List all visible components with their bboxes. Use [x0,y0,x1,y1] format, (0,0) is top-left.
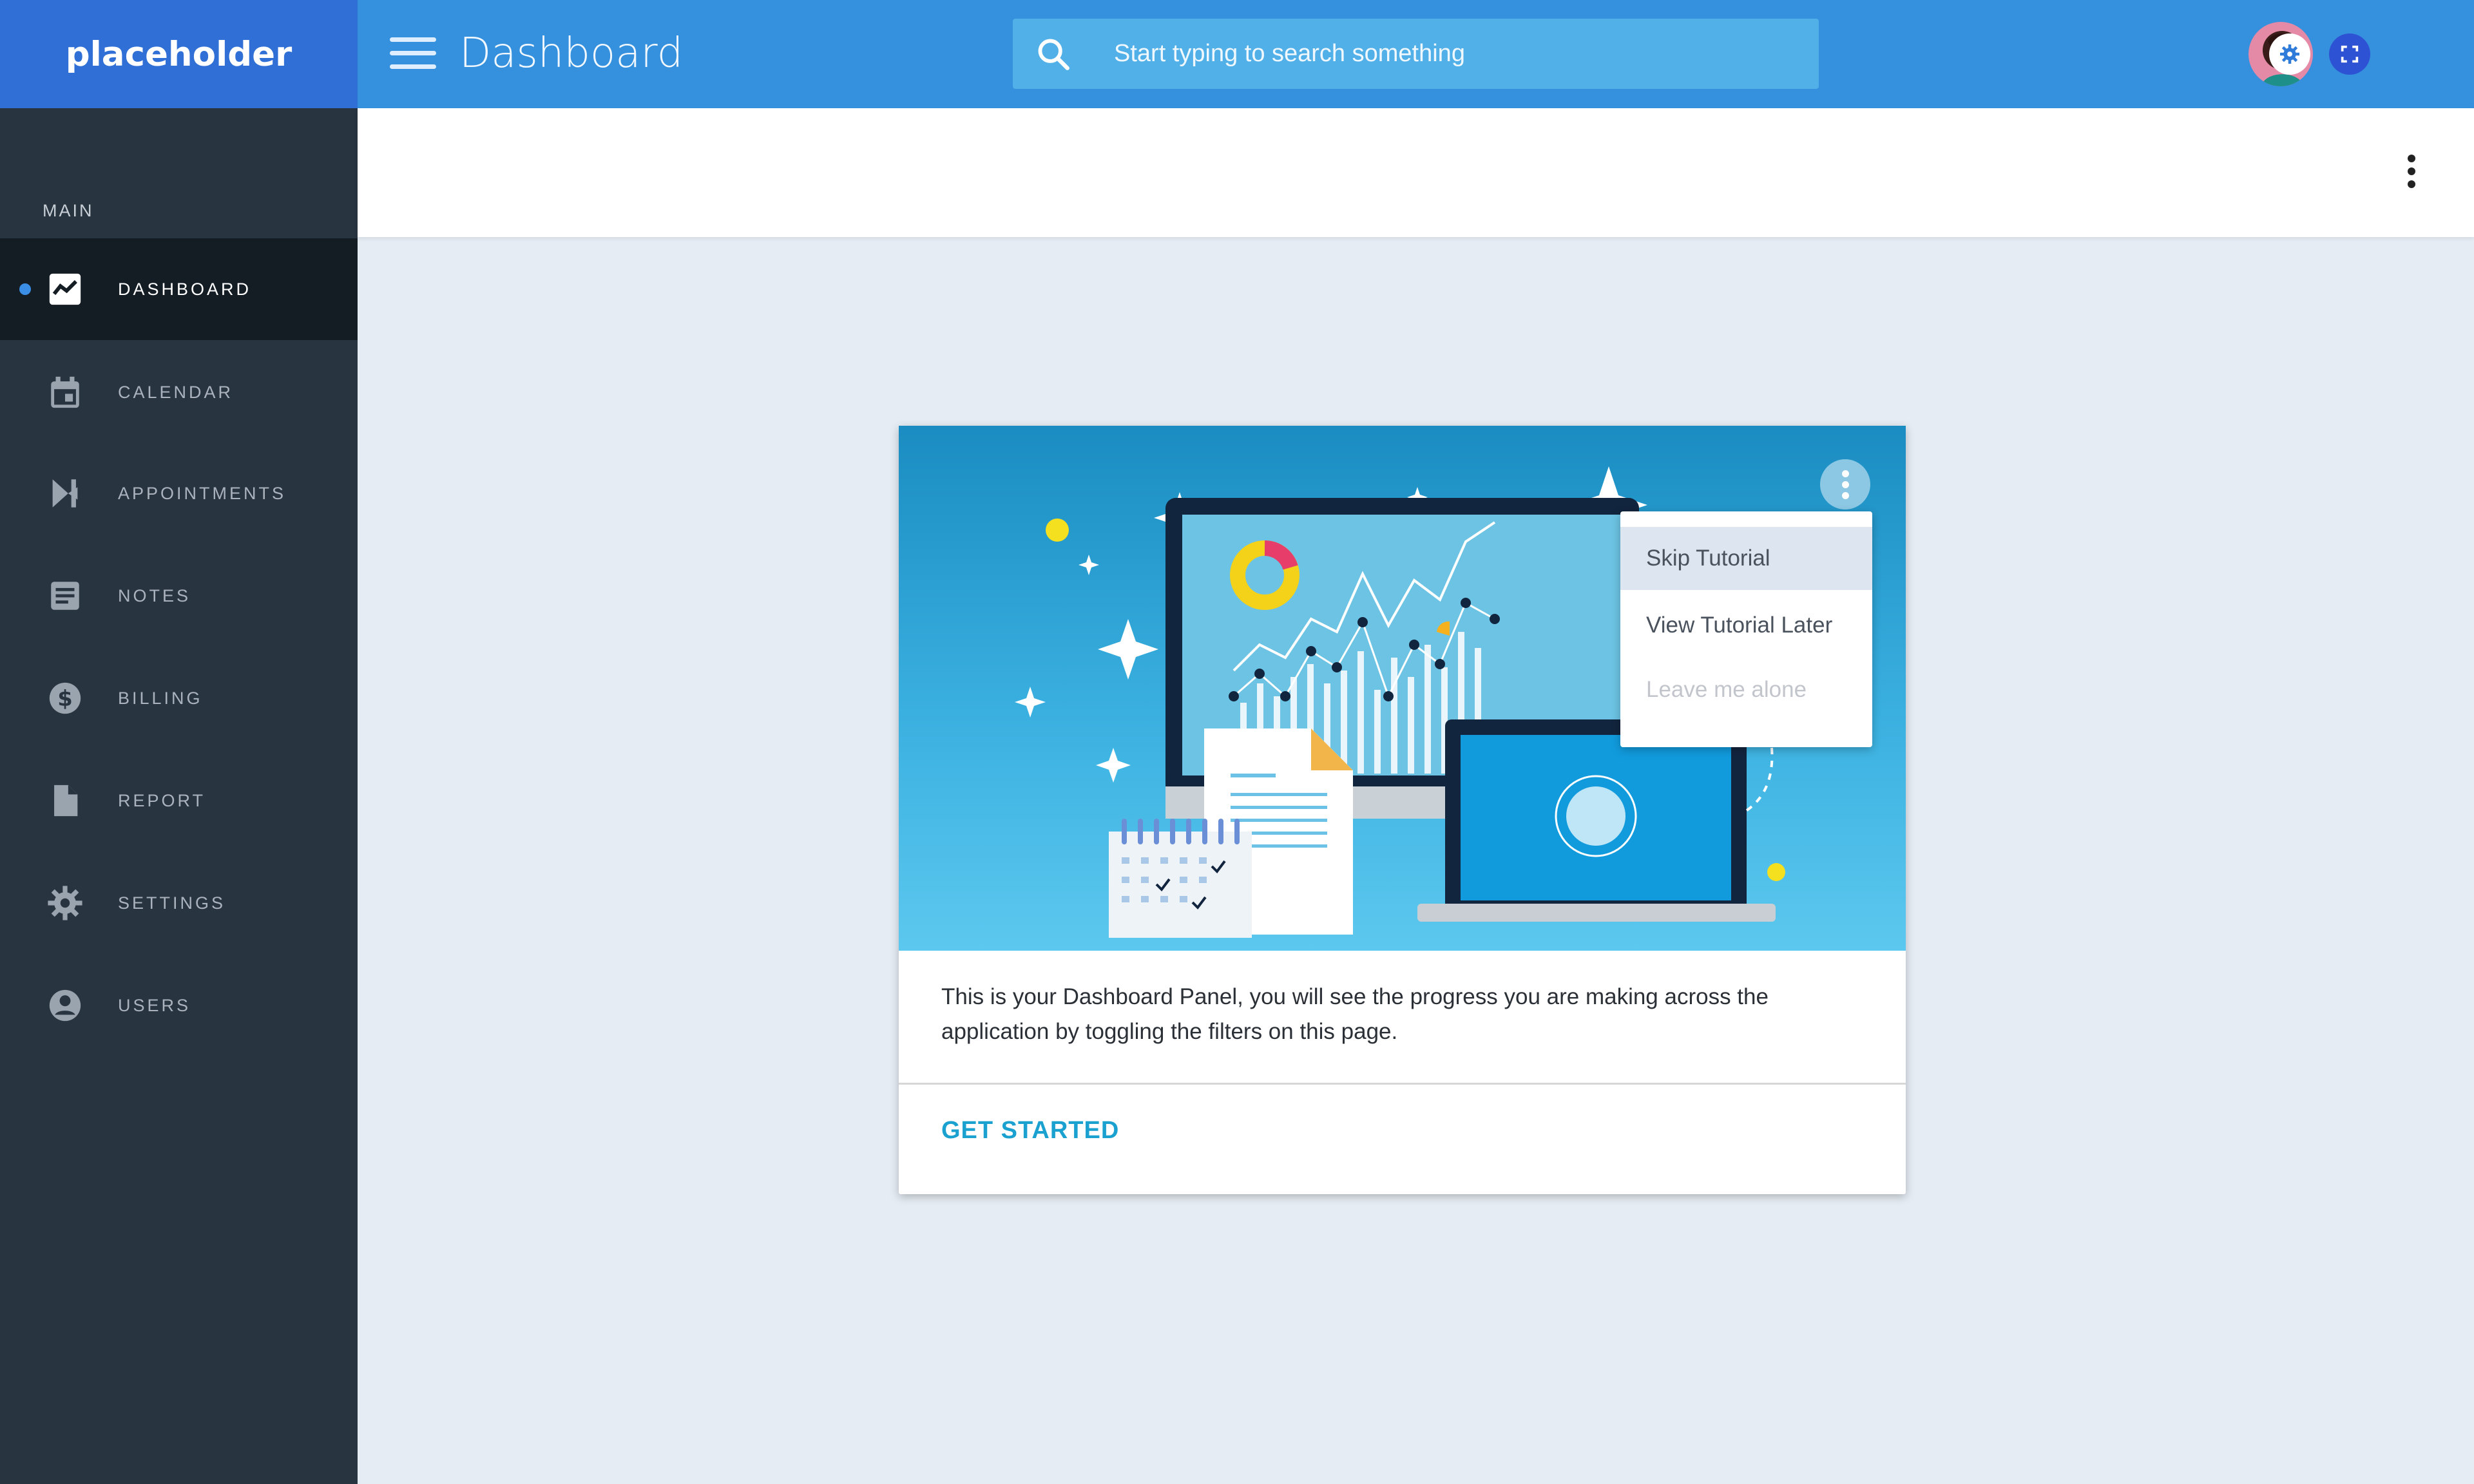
user-circle-icon [49,989,81,1022]
svg-text:$: $ [57,686,73,711]
active-indicator-dot [19,283,31,295]
chart-line-icon [49,273,81,305]
menu-item-leave-me-alone: Leave me alone [1646,677,1807,702]
sidebar-item-appointments[interactable]: APPOINTMENTS [0,442,358,544]
page-toolbar [358,108,2474,237]
settings-button[interactable] [2269,33,2310,75]
sidebar-item-calendar[interactable]: CALENDAR [0,341,358,443]
sidebar-item-users[interactable]: USERS [0,955,358,1056]
appointments-icon [52,479,78,508]
gear-icon [2280,44,2299,64]
menu-item-view-tutorial-later[interactable]: View Tutorial Later [1620,594,1872,657]
sidebar-item-billing[interactable]: $ BILLING [0,647,358,749]
sidebar-item-label: BILLING [118,688,203,708]
sidebar-item-label: DASHBOARD [118,279,252,299]
sidebar-section-label: MAIN [43,201,94,220]
top-bar: Dashboard [358,0,2474,108]
sidebar-item-report[interactable]: REPORT [0,750,358,851]
brand-logo[interactable]: placeholder [0,0,358,108]
sidebar-item-notes[interactable]: NOTES [0,545,358,647]
sidebar: placeholder MAIN DASHBOARD CALENDAR APPO… [0,0,358,1484]
sidebar-item-dashboard[interactable]: DASHBOARD [0,238,358,340]
search-icon [1038,39,1069,70]
sidebar-item-label: USERS [118,995,191,1015]
fullscreen-icon [2341,45,2359,63]
sidebar-item-label: APPOINTMENTS [118,483,287,503]
sidebar-item-label: NOTES [118,585,191,605]
sidebar-item-label: SETTINGS [118,893,226,913]
fullscreen-button[interactable] [2329,33,2370,75]
sidebar-item-label: REPORT [118,790,206,810]
sidebar-item-label: CALENDAR [118,382,234,402]
get-started-button[interactable]: GET STARTED [941,1117,1119,1145]
search-input[interactable] [1113,19,1796,89]
hamburger-menu-icon[interactable] [390,37,436,72]
sidebar-item-settings[interactable]: SETTINGS [0,852,358,954]
more-vert-icon[interactable] [2402,155,2421,193]
dollar-icon: $ [49,682,81,714]
file-icon [54,785,78,817]
calendar-icon [51,376,79,408]
card-divider [899,1083,1906,1085]
card-more-vert-icon[interactable] [1820,459,1870,509]
menu-item-skip-tutorial[interactable]: Skip Tutorial [1620,527,1872,590]
gear-icon [48,886,82,920]
search-box[interactable] [1013,19,1819,89]
notes-icon [51,582,79,610]
tutorial-options-menu: Skip Tutorial View Tutorial Later Leave … [1620,511,1872,747]
card-description: This is your Dashboard Panel, you will s… [941,984,1769,1044]
page-title: Dashboard [459,30,684,77]
